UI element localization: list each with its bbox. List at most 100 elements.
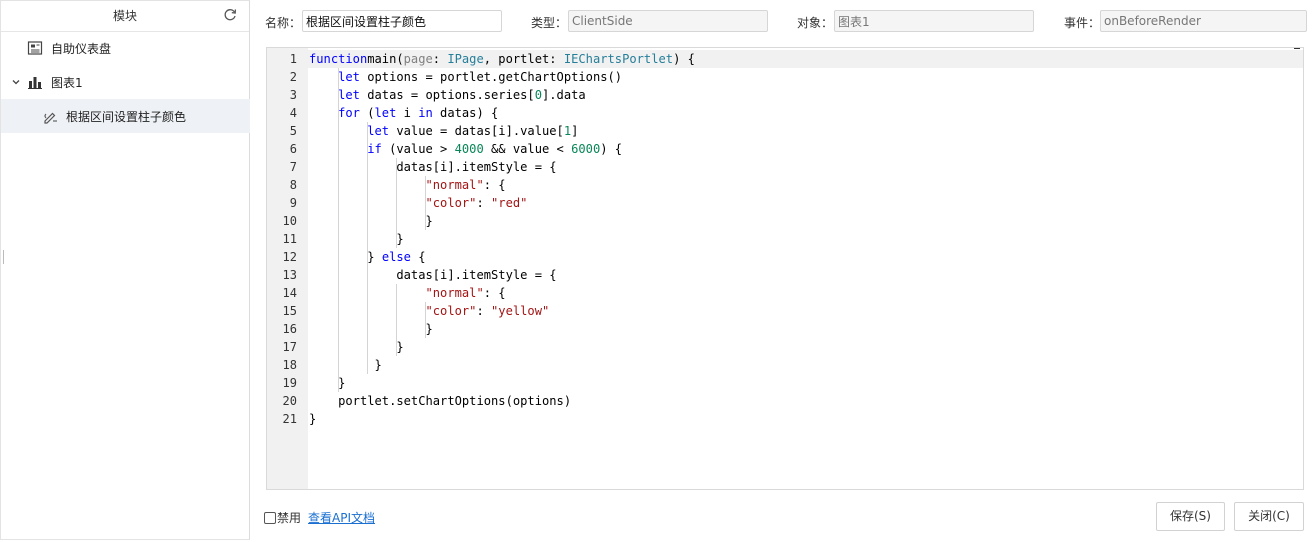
indent-guide: [367, 122, 368, 374]
name-label: 名称：: [265, 16, 302, 30]
code-token: i: [396, 106, 419, 120]
line-number: 5: [289, 124, 297, 138]
line-number: 13: [282, 268, 297, 282]
code-token: }: [309, 376, 346, 390]
line-number: 15: [282, 304, 297, 318]
line-number: 4: [289, 106, 297, 120]
code-token: let: [338, 88, 360, 102]
module-panel-header: 模块: [1, 1, 249, 32]
code-token: in: [418, 106, 433, 120]
code-token: (value >: [381, 142, 455, 156]
code-token: if: [367, 142, 382, 156]
code-token: IEChartsPortlet: [563, 52, 674, 66]
tree-item-chart1[interactable]: 图表1: [1, 65, 250, 99]
code-token: ) {: [673, 52, 695, 66]
code-text: if (value > 4000 && value < 6000) {: [309, 140, 622, 158]
code-token: }: [309, 412, 317, 426]
line-number: 3: [289, 88, 297, 102]
code-token: let: [374, 106, 397, 120]
code-token: datas[i].itemStyle = {: [309, 160, 557, 174]
chevron-down-icon[interactable]: [11, 77, 21, 87]
code-token: && value <: [483, 142, 572, 156]
line-number: 10: [282, 214, 297, 228]
name-field[interactable]: [302, 10, 502, 32]
code-token: ].data: [542, 88, 586, 102]
code-token: else: [381, 250, 411, 264]
code-text: datas[i].itemStyle = {: [309, 266, 556, 284]
event-field: [1100, 10, 1307, 32]
code-token: "red": [491, 196, 528, 210]
code-text: let options = portlet.getChartOptions(): [309, 68, 622, 86]
disable-checkbox[interactable]: [264, 511, 276, 524]
line-number: 11: [282, 232, 297, 246]
code-token: options = portlet.getChartOptions(): [359, 70, 623, 84]
code-token: }: [309, 232, 404, 246]
line-number: 19: [282, 376, 297, 390]
line-number: 9: [289, 196, 297, 210]
code-text: }: [309, 374, 345, 392]
code-text: "color": "yellow": [309, 302, 550, 320]
code-token: "normal": [425, 178, 484, 192]
line-number: 2: [289, 70, 297, 84]
line-number: 16: [282, 322, 297, 336]
module-panel-title: 模块: [112, 9, 137, 23]
dashboard-icon: [27, 41, 43, 55]
code-text: functionmain(page: IPage, portlet: IECha…: [309, 50, 695, 68]
code-token: datas = options.series[: [359, 88, 535, 102]
code-token: }: [309, 358, 382, 372]
tree-item-label: 根据区间设置柱子颜色: [66, 109, 187, 124]
code-token: : {: [483, 286, 506, 300]
disable-label: 禁用: [277, 511, 302, 525]
code-token: :: [432, 52, 448, 66]
code-token: function: [309, 52, 368, 66]
code-text: }: [309, 338, 404, 356]
indent-guide: [396, 284, 397, 356]
close-button[interactable]: 关闭(C): [1234, 502, 1304, 531]
indent-guide: [425, 302, 426, 338]
code-token: "normal": [425, 286, 484, 300]
target-field: [834, 10, 1034, 32]
refresh-icon[interactable]: [223, 8, 237, 22]
event-label: 事件：: [1064, 16, 1101, 30]
code-token: datas) {: [432, 106, 499, 120]
line-number: 6: [289, 142, 297, 156]
script-edit-icon: [44, 112, 57, 124]
line-number: 21: [282, 412, 297, 426]
line-number: 18: [282, 358, 297, 372]
api-docs-link[interactable]: 查看API文档: [308, 509, 375, 526]
code-text: }: [309, 230, 404, 248]
code-token: "color": [425, 196, 477, 210]
code-token: value = datas[i].value[: [389, 124, 564, 138]
code-text: }: [309, 320, 433, 338]
code-token: let: [338, 70, 360, 84]
code-token: }: [309, 214, 433, 228]
code-token: page: [403, 52, 433, 66]
save-button[interactable]: 保存(S): [1156, 502, 1225, 531]
code-text: }: [309, 212, 433, 230]
code-token: }: [309, 340, 404, 354]
resize-handle[interactable]: [3, 250, 4, 264]
code-token: let: [367, 124, 390, 138]
code-token: : {: [483, 178, 506, 192]
line-number: 20: [282, 394, 297, 408]
indent-guide: [338, 68, 339, 392]
code-token: }: [309, 250, 382, 264]
tree-item-dashboard[interactable]: 自助仪表盘: [1, 31, 250, 65]
code-token: , portlet:: [483, 52, 564, 66]
code-text: let datas = options.series[0].data: [309, 86, 586, 104]
code-token: portlet.setChartOptions(options): [309, 394, 572, 408]
code-token: IPage: [447, 52, 484, 66]
type-label: 类型：: [531, 16, 568, 30]
indent-guide: [425, 176, 426, 230]
disable-toggle[interactable]: 禁用: [264, 509, 301, 526]
code-token: (: [359, 106, 375, 120]
line-number: 17: [282, 340, 297, 354]
line-number: 14: [282, 286, 297, 300]
code-token: :: [476, 196, 492, 210]
tree-item-script[interactable]: 根据区间设置柱子颜色: [1, 99, 250, 133]
code-token: }: [309, 322, 433, 336]
code-token: 0: [534, 88, 542, 102]
code-editor[interactable]: 1 functionmain(page: IPage, portlet: IECh…: [266, 47, 1304, 490]
